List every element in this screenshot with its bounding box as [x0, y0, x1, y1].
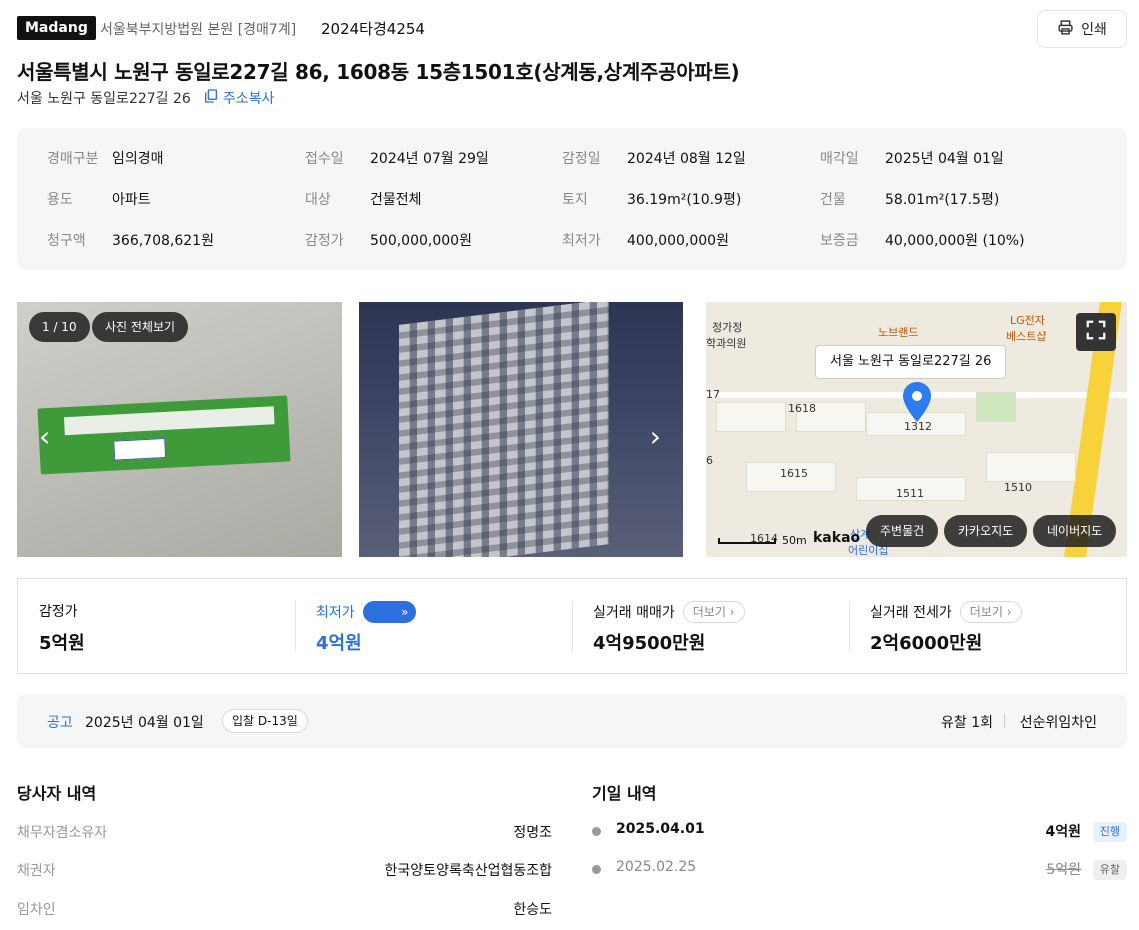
map-label-1615: 1615: [780, 467, 808, 480]
price-minimum: 최저가 20% » 4억원: [295, 579, 572, 675]
price-appraisal-value: 5억원: [39, 633, 85, 654]
case-number: 2024타경4254: [321, 20, 425, 38]
price-real-trade-value: 4억9500만원: [593, 633, 706, 654]
property-photo-1[interactable]: 1 / 10 사진 전체보기 ‹: [17, 302, 342, 557]
info-appraisal-date: 감정일 2024년 08월 12일: [562, 151, 746, 167]
bid-dday-badge: 입찰 D-13일: [222, 709, 308, 733]
notice-date: 2025년 04월 01일: [85, 715, 204, 731]
map-label-1510: 1510: [1004, 481, 1032, 494]
date-row: 2025.04.01 4억원 진행: [592, 821, 1127, 843]
info-claim-amount: 청구액 366,708,621원: [47, 233, 214, 249]
price-jeonse-value: 2억6000만원: [870, 633, 983, 654]
info-appraisal-price: 감정가 500,000,000원: [305, 233, 472, 249]
notice-label: 공고: [47, 715, 73, 731]
madang-logo[interactable]: Madang: [17, 16, 96, 40]
info-land: 토지 36.19m²(10.9평): [562, 192, 742, 208]
price-minimum-value: 4억원: [316, 633, 362, 654]
status-badge: 유찰: [1092, 860, 1127, 880]
auction-info-panel: 경매구분 임의경매 접수일 2024년 07월 29일 감정일 2024년 08월 1…: [17, 128, 1127, 270]
print-label: 인쇄: [1081, 22, 1107, 38]
nearby-items-button[interactable]: 주변물건: [866, 515, 939, 547]
fail-count: 유찰 1회: [941, 715, 993, 731]
price-real-trade-label: 실거래 매매가: [593, 605, 675, 621]
info-auction-type: 경매구분 임의경매: [47, 151, 164, 167]
map-address-tooltip: 서울 노원구 동일로227길 26: [815, 345, 1007, 379]
price-minimum-label: 최저가: [316, 605, 355, 621]
kakao-map-logo: kakao: [813, 530, 861, 546]
case-header: Madang 서울북부지방법원 본원 [경매7계] 2024타경4254 인쇄: [17, 10, 1127, 48]
photo-counter: 1 / 10: [29, 312, 90, 342]
map-label-1618: 1618: [788, 402, 816, 415]
price-real-trade: 실거래 매매가 더보기 › 4억9500만원: [572, 579, 849, 675]
copy-address-button[interactable]: 주소복사: [203, 88, 275, 108]
map-label-lg-1: LG전자: [1010, 314, 1045, 327]
price-summary-panel: 감정가 5억원 최저가 20% » 4억원 실거래 매매가 더보기 › 4억95…: [17, 578, 1127, 674]
jeonse-more-button[interactable]: 더보기 ›: [959, 601, 1022, 623]
copy-address-label: 주소복사: [222, 91, 275, 107]
senior-tenant: 선순위임차인: [1019, 715, 1097, 731]
naver-map-button[interactable]: 네이버지도: [1033, 515, 1117, 547]
property-photo-2[interactable]: ›: [359, 302, 683, 557]
info-usage: 용도 아파트: [47, 192, 151, 208]
price-jeonse-label: 실거래 전세가: [870, 605, 952, 621]
chevron-right-icon: ›: [1006, 605, 1012, 619]
road-address-row: 서울 노원구 동일로227길 26 주소복사: [17, 88, 274, 108]
price-minimum-rate-badge[interactable]: 20% »: [362, 601, 417, 623]
map-fullscreen-button[interactable]: [1076, 313, 1116, 351]
info-receipt-date: 접수일 2024년 07월 29일: [305, 151, 489, 167]
map-label-lg-2: 베스트샵: [1006, 330, 1047, 343]
price-appraisal: 감정가 5억원: [18, 579, 295, 675]
info-deposit: 보증금 40,000,000원 (10%): [820, 233, 1025, 249]
dates-title: 기일 내역: [592, 784, 657, 803]
map-scale: 50m: [718, 534, 807, 547]
kakao-map-button[interactable]: 카카오지도: [944, 515, 1028, 547]
prev-photo-icon[interactable]: ‹: [39, 420, 50, 453]
map-scale-label: 50m: [782, 534, 807, 547]
print-button[interactable]: 인쇄: [1037, 10, 1127, 48]
map-label-6: 6: [706, 454, 713, 467]
map-label-1511: 1511: [896, 487, 924, 500]
date-row: 2025.02.25 5억원 유찰: [592, 859, 1127, 881]
info-building: 건물 58.01m²(17.5평): [820, 192, 1000, 208]
apartment-building-image: [399, 302, 609, 557]
double-chevron-down-icon: »: [401, 605, 409, 619]
notice-bar: 공고 2025년 04월 01일 입찰 D-13일 유찰 1회 선순위임차인: [17, 694, 1127, 748]
map-label-nobrand: 노브랜드: [878, 326, 919, 339]
road-address: 서울 노원구 동일로227길 26: [17, 91, 191, 107]
price-appraisal-label: 감정가: [39, 604, 78, 620]
address-sign-image: [37, 395, 291, 475]
info-sale-date: 매각일 2025년 04월 01일: [820, 151, 1004, 167]
map-label-clinic-2: 학과의원: [706, 337, 747, 350]
expand-icon: [1085, 319, 1107, 345]
parties-title: 당사자 내역: [17, 784, 97, 803]
view-all-photos-button[interactable]: 사진 전체보기: [92, 312, 189, 342]
location-map[interactable]: 정가정 학과의원 노브랜드 LG전자 베스트샵 1618 1312 1615 1…: [706, 302, 1127, 557]
court-name: 서울북부지방법원 본원 [경매7계]: [100, 22, 297, 38]
info-target: 대상 건물전체: [305, 192, 422, 208]
status-badge: 진행: [1092, 822, 1127, 842]
map-location-pin-icon[interactable]: [902, 382, 932, 422]
map-label-clinic-1: 정가정: [712, 321, 743, 334]
copy-icon: [203, 88, 219, 108]
map-label-17: 17: [706, 388, 720, 401]
next-photo-icon[interactable]: ›: [650, 420, 661, 453]
chevron-right-icon: ›: [729, 605, 735, 619]
printer-icon: [1057, 19, 1074, 40]
real-trade-more-button[interactable]: 더보기 ›: [682, 601, 745, 623]
property-title: 서울특별시 노원구 동일로227길 86, 1608동 15층1501호(상계동…: [17, 60, 740, 84]
price-jeonse: 실거래 전세가 더보기 › 2억6000만원: [849, 579, 1126, 675]
info-minimum-price: 최저가 400,000,000원: [562, 233, 729, 249]
